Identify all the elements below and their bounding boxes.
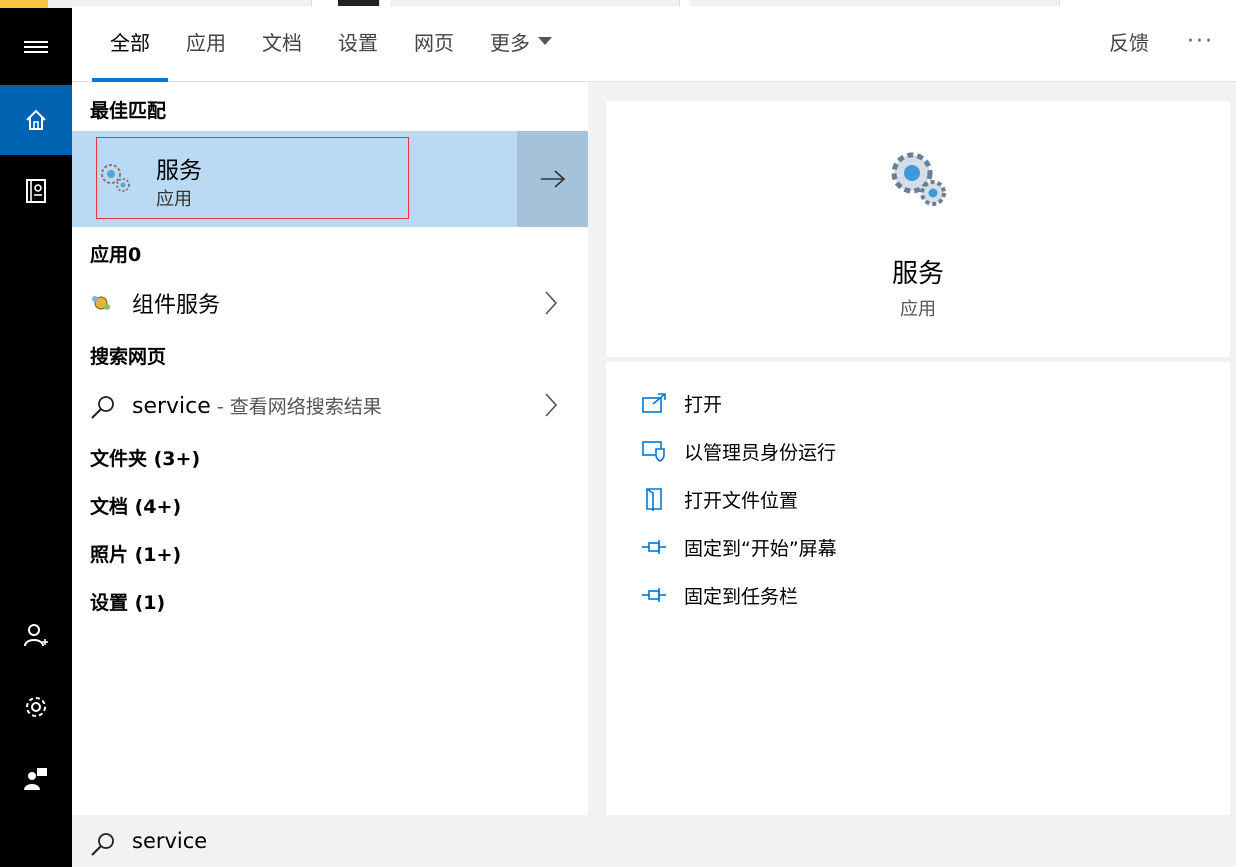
action-label: 以管理员身份运行 — [684, 441, 837, 464]
home-button[interactable] — [0, 85, 72, 155]
highlight-box — [96, 137, 409, 219]
tab-settings[interactable]: 设置 — [320, 0, 396, 82]
pin-icon — [642, 540, 666, 554]
settings-button[interactable] — [0, 672, 72, 742]
run-as-admin-icon — [642, 441, 665, 462]
category-photos[interactable]: 照片 (1+) — [90, 540, 181, 567]
apps-heading: 应用0 — [90, 244, 142, 266]
results-panel: 最佳匹配 服务 应用 应用0 组件服务 搜索网页 service - 查看网络搜… — [72, 82, 588, 815]
action-label: 打开 — [684, 393, 723, 416]
search-input[interactable]: service — [132, 829, 207, 853]
action-label: 固定到“开始”屏幕 — [684, 537, 837, 560]
arrow-right-icon — [540, 170, 565, 188]
left-rail — [0, 0, 72, 867]
category-settings[interactable]: 设置 (1) — [90, 588, 165, 615]
app-result-label: 组件服务 — [132, 293, 221, 318]
tab-label: 应用 — [186, 30, 226, 55]
best-match-open[interactable]: 服务 应用 — [72, 131, 515, 227]
web-search-heading: 搜索网页 — [90, 346, 167, 368]
preview-panel: 服务 应用 — [606, 101, 1230, 357]
action-run-as-admin[interactable]: 以管理员身份运行 — [640, 436, 836, 466]
caret-down-icon — [538, 37, 552, 45]
preview-subtitle: 应用 — [900, 299, 936, 320]
web-search-hint: - 查看网络搜索结果 — [210, 395, 382, 418]
best-match-item[interactable]: 服务 应用 — [72, 131, 588, 227]
scope-tabs: 全部 应用 文档 设置 网页 更多 — [92, 0, 570, 82]
home-icon — [26, 109, 46, 130]
best-match-title: 服务 — [156, 158, 202, 184]
web-search-item[interactable]: service - 查看网络搜索结果 — [72, 382, 588, 428]
tab-label: 网页 — [414, 30, 454, 55]
search-tab-bar: 全部 应用 文档 设置 网页 更多 反馈 ··· — [72, 0, 1236, 82]
best-match-subtitle: 应用 — [156, 189, 192, 210]
preview-title: 服务 — [891, 259, 944, 289]
action-pin-to-taskbar[interactable]: 固定到任务栏 — [640, 580, 798, 610]
tab-more[interactable]: 更多 — [472, 0, 570, 82]
web-search-query: service — [132, 393, 211, 419]
search-icon — [91, 833, 114, 856]
services-gears-icon — [101, 164, 130, 192]
tab-apps[interactable]: 应用 — [168, 0, 244, 82]
windows-search-window: 全部 应用 文档 设置 网页 更多 反馈 ··· 最佳匹配 服务 应用 应用0 … — [0, 0, 1236, 867]
background-window-strip — [690, 0, 1060, 6]
tab-documents[interactable]: 文档 — [244, 0, 320, 82]
feedback-hub-button[interactable] — [0, 744, 72, 814]
action-open-file-location[interactable]: 打开文件位置 — [640, 484, 798, 514]
tab-label: 文档 — [262, 30, 302, 55]
account-button[interactable] — [0, 600, 72, 670]
category-documents[interactable]: 文档 (4+) — [90, 492, 181, 519]
services-gears-icon — [891, 152, 946, 206]
tab-all[interactable]: 全部 — [92, 0, 168, 82]
web-search-text: service - 查看网络搜索结果 — [132, 392, 382, 419]
expand-preview-button[interactable] — [517, 131, 588, 227]
category-folders[interactable]: 文件夹 (3+) — [90, 444, 200, 471]
search-box[interactable]: service — [72, 815, 1236, 867]
best-match-heading: 最佳匹配 — [90, 100, 167, 122]
notebook-button[interactable] — [0, 156, 72, 226]
hamburger-menu-button[interactable] — [0, 12, 72, 82]
action-pin-to-start[interactable]: 固定到“开始”屏幕 — [640, 532, 837, 562]
chevron-right-icon[interactable] — [544, 290, 558, 316]
tab-label: 全部 — [110, 30, 150, 55]
gear-icon — [26, 697, 46, 717]
more-options-button[interactable]: ··· — [1187, 0, 1214, 82]
open-icon — [642, 393, 666, 413]
action-label: 固定到任务栏 — [684, 585, 799, 608]
chevron-right-icon[interactable] — [544, 392, 558, 418]
component-services-icon — [92, 296, 110, 310]
file-location-icon — [646, 488, 662, 511]
preview-actions: 打开 以管理员身份运行 打开文件位置 固定到“开始”屏幕 固定到任务栏 — [606, 362, 1230, 815]
background-window-strip — [0, 0, 72, 8]
action-open[interactable]: 打开 — [640, 388, 722, 418]
notebook-icon — [26, 179, 46, 203]
feedback-button[interactable]: 反馈 — [1109, 0, 1149, 82]
feedback-person-icon — [24, 768, 47, 790]
app-result-item[interactable]: 组件服务 — [72, 280, 588, 326]
add-user-icon — [24, 624, 48, 647]
tab-label: 设置 — [338, 30, 378, 55]
action-label: 打开文件位置 — [684, 489, 799, 512]
tab-web[interactable]: 网页 — [396, 0, 472, 82]
tab-label: 更多 — [490, 30, 530, 55]
search-icon — [91, 396, 114, 419]
hamburger-icon — [24, 41, 48, 53]
pin-icon — [642, 588, 666, 602]
